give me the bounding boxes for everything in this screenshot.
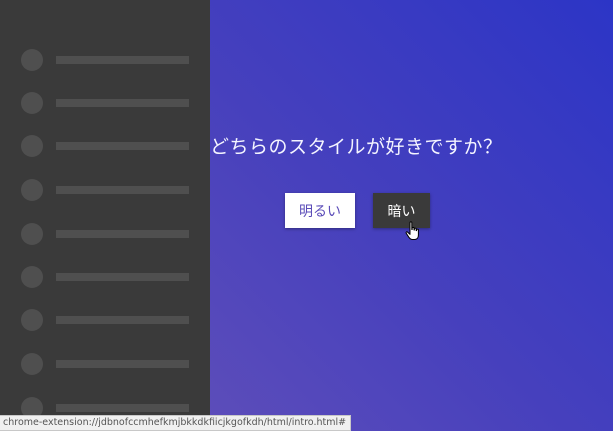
placeholder-line	[56, 404, 189, 412]
placeholder-line	[56, 99, 189, 107]
sidebar-placeholder-row	[21, 92, 191, 114]
sidebar-placeholder-row	[21, 135, 191, 157]
sidebar-placeholder-row	[21, 223, 191, 245]
placeholder-avatar	[21, 49, 43, 71]
placeholder-avatar	[21, 179, 43, 201]
placeholder-avatar	[21, 353, 43, 375]
placeholder-line	[56, 186, 189, 194]
status-bar-url: chrome-extension://jdbnofccmhefkmjbkkdkf…	[0, 415, 352, 431]
placeholder-avatar	[21, 266, 43, 288]
placeholder-avatar	[21, 92, 43, 114]
hand-pointer-cursor-icon	[405, 221, 419, 240]
sidebar-placeholder-row	[21, 49, 191, 71]
style-question: どちらのスタイルが好きですか？	[210, 136, 503, 158]
placeholder-line	[56, 142, 189, 150]
placeholder-line	[56, 360, 189, 368]
placeholder-avatar	[21, 309, 43, 331]
sidebar-placeholder-row	[21, 266, 191, 288]
placeholder-line	[56, 316, 189, 324]
intro-page: どちらのスタイルが好きですか？ 明るい 暗い chrome-extension:…	[0, 0, 613, 431]
placeholder-avatar	[21, 223, 43, 245]
sidebar-placeholder-row	[21, 353, 191, 375]
sidebar-placeholder-row	[21, 179, 191, 201]
placeholder-line	[56, 230, 189, 238]
placeholder-line	[56, 273, 189, 281]
dark-style-button[interactable]: 暗い	[373, 193, 430, 228]
light-style-button[interactable]: 明るい	[285, 193, 355, 228]
sidebar-placeholder-row	[21, 309, 191, 331]
placeholder-avatar	[21, 135, 43, 157]
placeholder-line	[56, 56, 189, 64]
sidebar-skeleton	[0, 0, 210, 431]
